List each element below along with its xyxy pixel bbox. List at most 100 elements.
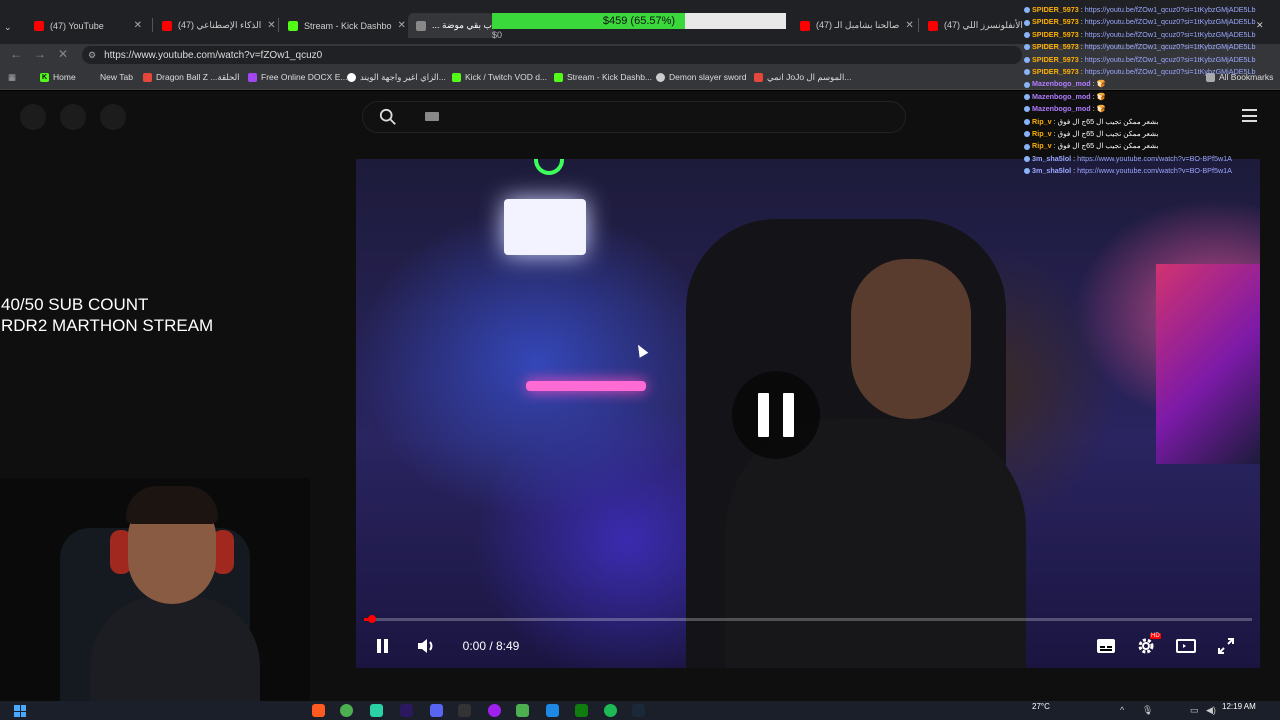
weather-temperature[interactable]: 27°C: [1032, 702, 1050, 711]
youtube-icon: [800, 20, 810, 31]
chat-text: بشعر ممكن تجيب ال 65ج ال فوق: [1057, 129, 1159, 139]
bookmark-item[interactable]: Stream - Kick Dashb...: [554, 72, 652, 82]
loading-placeholder: [20, 104, 46, 130]
center-pause-button[interactable]: [732, 371, 820, 459]
chat-username: Rip_v: [1032, 116, 1052, 126]
windows-start-icon[interactable]: [14, 705, 26, 717]
app-icon[interactable]: [546, 704, 559, 717]
chrome-icon[interactable]: [340, 704, 353, 717]
volume-icon[interactable]: [412, 632, 440, 660]
bookmark-item[interactable]: Dragon Ball Z ...الحلقة: [143, 72, 240, 83]
network-icon[interactable]: ▭: [1190, 705, 1199, 716]
tab-title: (47) YouTube: [50, 20, 104, 31]
close-icon[interactable]: ✕: [261, 20, 275, 31]
tab-current[interactable]: ... ب بقي موضة: [408, 13, 494, 38]
captions-icon[interactable]: [1092, 632, 1120, 660]
apps-icon[interactable]: ▦: [8, 72, 16, 83]
close-icon[interactable]: ✕: [899, 20, 913, 31]
bookmark-item[interactable]: Kick / Twitch VOD d...: [452, 72, 547, 82]
tab-shampoo-video[interactable]: (47) صالحنا بشامبل الـ ✕: [792, 13, 916, 38]
fullscreen-icon[interactable]: [1212, 632, 1240, 660]
speaker-icon[interactable]: ◀): [1206, 705, 1216, 716]
site-info-icon[interactable]: ⚙: [88, 50, 96, 61]
search-icon[interactable]: [379, 108, 397, 126]
donation-goal-text: $459 (65.57%): [602, 15, 676, 27]
chat-badge-icon: [1024, 69, 1030, 76]
pause-button[interactable]: [368, 632, 396, 660]
loading-placeholder: [100, 104, 126, 130]
chat-badge-icon: [1024, 19, 1030, 26]
youtube-icon: [34, 20, 44, 31]
chat-text: https://youtu.be/fZOw1_qcuz0?si=1tKybzGM…: [1084, 67, 1256, 77]
spotify-icon[interactable]: [604, 704, 617, 717]
theater-mode-icon[interactable]: [1172, 632, 1200, 660]
chat-username: SPIDER_5973: [1032, 29, 1079, 39]
discord-icon[interactable]: [430, 704, 443, 717]
chat-message: SPIDER_5973 : https://youtu.be/fZOw1_qcu…: [1024, 16, 1280, 28]
chat-message: SPIDER_5973 : https://youtu.be/fZOw1_qcu…: [1024, 66, 1280, 78]
video-player[interactable]: 0:00 / 8:49 HD: [356, 159, 1260, 668]
chat-username: SPIDER_5973: [1032, 17, 1079, 27]
tab-title: (47) الأنفلونسرز اللي: [944, 20, 1023, 30]
kick-icon: [554, 72, 563, 82]
anime-icon: [143, 73, 152, 82]
video-frame-light: [534, 159, 564, 175]
reload-icon[interactable]: ✕: [58, 47, 68, 61]
loading-placeholder: [60, 104, 86, 130]
bookmark-item[interactable]: الزاي اغير واجهة الويند...: [347, 72, 446, 83]
tray-chevron-icon[interactable]: ^: [1120, 705, 1124, 715]
tab-ai-video[interactable]: (47) الذكاء الإصطناعي ✕: [154, 13, 276, 38]
back-icon[interactable]: ←: [10, 47, 22, 61]
search-bar[interactable]: [362, 101, 906, 133]
webcam-person: [90, 596, 260, 702]
docx-icon: [248, 72, 257, 82]
chat-badge-icon: [1024, 94, 1030, 101]
chat-username: SPIDER_5973: [1032, 42, 1079, 52]
video-frame-person: [851, 259, 971, 419]
steam-icon[interactable]: [632, 704, 645, 717]
brave-icon[interactable]: [312, 704, 325, 717]
address-bar[interactable]: ⚙ https://www.youtube.com/watch?v=fZOw1_…: [82, 46, 1022, 64]
chat-username: Rip_v: [1032, 129, 1052, 139]
video-scrubber[interactable]: [368, 615, 376, 623]
minecraft-icon[interactable]: [516, 704, 529, 717]
tab-kick-dashboard[interactable]: Stream - Kick Dashbo ✕: [280, 13, 406, 38]
youtube-icon: [928, 20, 938, 31]
chat-text: بشعر ممكن تجيب ال 65ج ال فوق: [1057, 141, 1159, 151]
chat-message: Mazenbogo_mod : 🍞: [1024, 91, 1280, 103]
chat-badge-icon: [1024, 106, 1030, 113]
stream-overlay-text: 40/50 SUB COUNT RDR2 MARTHON STREAM: [1, 294, 213, 336]
chat-username: SPIDER_5973: [1032, 5, 1079, 14]
obs-icon[interactable]: [458, 704, 471, 717]
app-icon[interactable]: [488, 704, 501, 717]
chat-overlay: SPIDER_5973 : https://youtu.be/fZOw1_qcu…: [1024, 4, 1280, 178]
xbox-icon[interactable]: [575, 704, 588, 717]
forward-icon[interactable]: →: [34, 47, 46, 61]
microphone-icon[interactable]: 🎙: [1142, 705, 1153, 716]
bookmark-item[interactable]: K Home: [40, 72, 76, 82]
chat-badge-icon: [1024, 44, 1030, 51]
tab-search-dropdown-icon[interactable]: ⌄: [4, 15, 20, 40]
chat-username: Mazenbogo_mod: [1032, 79, 1091, 89]
chat-message: Rip_v : بشعر ممكن تجيب ال 65ج ال فوق: [1024, 140, 1280, 152]
chat-message: 3m_sha5lol : https://www.youtube.com/wat…: [1024, 165, 1280, 177]
settings-gear-icon[interactable]: HD: [1132, 632, 1161, 660]
keyboard-icon[interactable]: [425, 112, 439, 121]
close-icon[interactable]: ✕: [392, 20, 406, 31]
webcam-person: [126, 486, 218, 524]
bookmark-item[interactable]: Free Online DOCX E...: [248, 72, 347, 82]
chat-username: 3m_sha5lol: [1032, 166, 1072, 176]
bookmark-item[interactable]: New Tab: [100, 72, 133, 82]
video-progress-bar[interactable]: [364, 615, 1252, 623]
bookmark-item[interactable]: Demon slayer sword: [656, 72, 746, 82]
clock[interactable]: 12:19 AM: [1222, 702, 1256, 711]
bookmark-item[interactable]: انمي JoJo الموسم ال...: [754, 72, 851, 83]
tab-influencers-video[interactable]: (47) الأنفلونسرز اللي: [920, 13, 1024, 38]
app-icon[interactable]: [370, 704, 383, 717]
close-icon[interactable]: ✕: [128, 20, 142, 31]
pause-icon: [758, 393, 769, 437]
chat-text: 🍞: [1096, 91, 1106, 101]
premiere-icon[interactable]: [400, 704, 413, 717]
chat-message: Mazenbogo_mod : 🍞: [1024, 103, 1280, 115]
tab-youtube[interactable]: (47) YouTube ✕: [26, 13, 150, 38]
